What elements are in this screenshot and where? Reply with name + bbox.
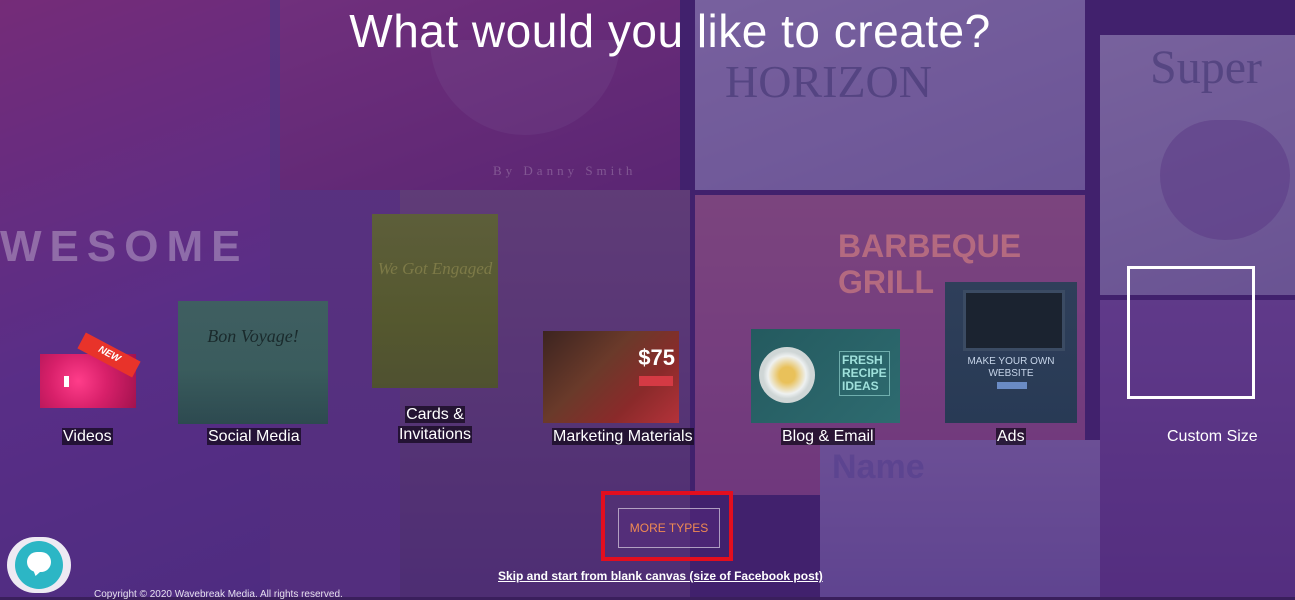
blog-thumb-text-1: FRESH: [842, 353, 883, 367]
bg-text-bbq-2: GRILL: [838, 264, 934, 300]
category-label-ads-text: Ads: [996, 428, 1026, 445]
category-label-blog-email-text: Blog & Email: [781, 428, 875, 445]
more-types-button[interactable]: MORE TYPES: [618, 508, 720, 548]
category-label-videos: Videos: [62, 427, 113, 447]
bg-text-bbq-1: BARBEQUE: [838, 228, 1022, 264]
category-label-cards-line2: Invitations: [397, 426, 473, 443]
category-label-ads: Ads: [996, 427, 1026, 447]
skip-blank-canvas-link[interactable]: Skip and start from blank canvas (size o…: [498, 569, 823, 583]
category-label-marketing-text: Marketing Materials: [552, 428, 694, 445]
ads-thumb-text-2: WEBSITE: [988, 368, 1034, 379]
category-label-videos-text: Videos: [62, 428, 113, 445]
marketing-thumb-price: $75: [638, 345, 675, 370]
copyright-text: Copyright © 2020 Wavebreak Media. All ri…: [94, 589, 343, 600]
marketing-materials-thumbnail[interactable]: $75: [543, 331, 679, 423]
category-label-social-media-text: Social Media: [207, 428, 301, 445]
social-media-thumbnail[interactable]: Bon Voyage!: [178, 301, 328, 424]
blog-thumb-text-3: IDEAS: [842, 379, 879, 393]
blog-thumb-text: FRESH RECIPE IDEAS: [839, 351, 890, 396]
category-label-blog-email: Blog & Email: [781, 427, 875, 447]
category-label-cards-invitations: Cards & Invitations: [397, 405, 473, 445]
category-label-custom-size-text: Custom Size: [1167, 428, 1258, 445]
bg-text-horizon: HORIZON: [725, 56, 932, 107]
play-icon: [64, 376, 69, 387]
category-label-marketing-materials: Marketing Materials: [552, 427, 694, 447]
ads-thumb-button: [997, 382, 1027, 389]
blog-email-thumbnail[interactable]: FRESH RECIPE IDEAS: [751, 329, 900, 423]
custom-size-box[interactable]: [1127, 266, 1255, 399]
monitor-icon: [963, 290, 1065, 351]
category-label-cards-line1: Cards &: [405, 406, 465, 423]
cards-invitations-thumbnail[interactable]: We Got Engaged: [372, 214, 498, 388]
blog-thumb-text-2: RECIPE: [842, 366, 887, 380]
bg-text-name: Name: [832, 448, 925, 486]
ads-thumb-text: MAKE YOUR OWN WEBSITE: [945, 356, 1077, 380]
social-media-thumb-text: Bon Voyage!: [207, 326, 299, 346]
page-title: What would you like to create?: [349, 5, 991, 57]
ads-thumbnail[interactable]: MAKE YOUR OWN WEBSITE: [945, 282, 1077, 423]
category-label-custom-size: Custom Size: [1166, 427, 1259, 447]
food-plate-image: [759, 347, 815, 403]
chat-bubble-tail: [29, 568, 45, 576]
chat-widget-circle: [15, 541, 63, 589]
chat-widget-button[interactable]: [7, 537, 71, 593]
bg-text-author: By Danny Smith: [493, 163, 637, 178]
cards-thumb-text: We Got Engaged: [377, 259, 493, 278]
ads-thumb-text-1: MAKE YOUR OWN: [967, 356, 1055, 367]
bg-text-awesome: WESOME: [0, 222, 249, 271]
marketing-thumb-badge: [639, 376, 673, 386]
category-label-social-media: Social Media: [207, 427, 301, 447]
